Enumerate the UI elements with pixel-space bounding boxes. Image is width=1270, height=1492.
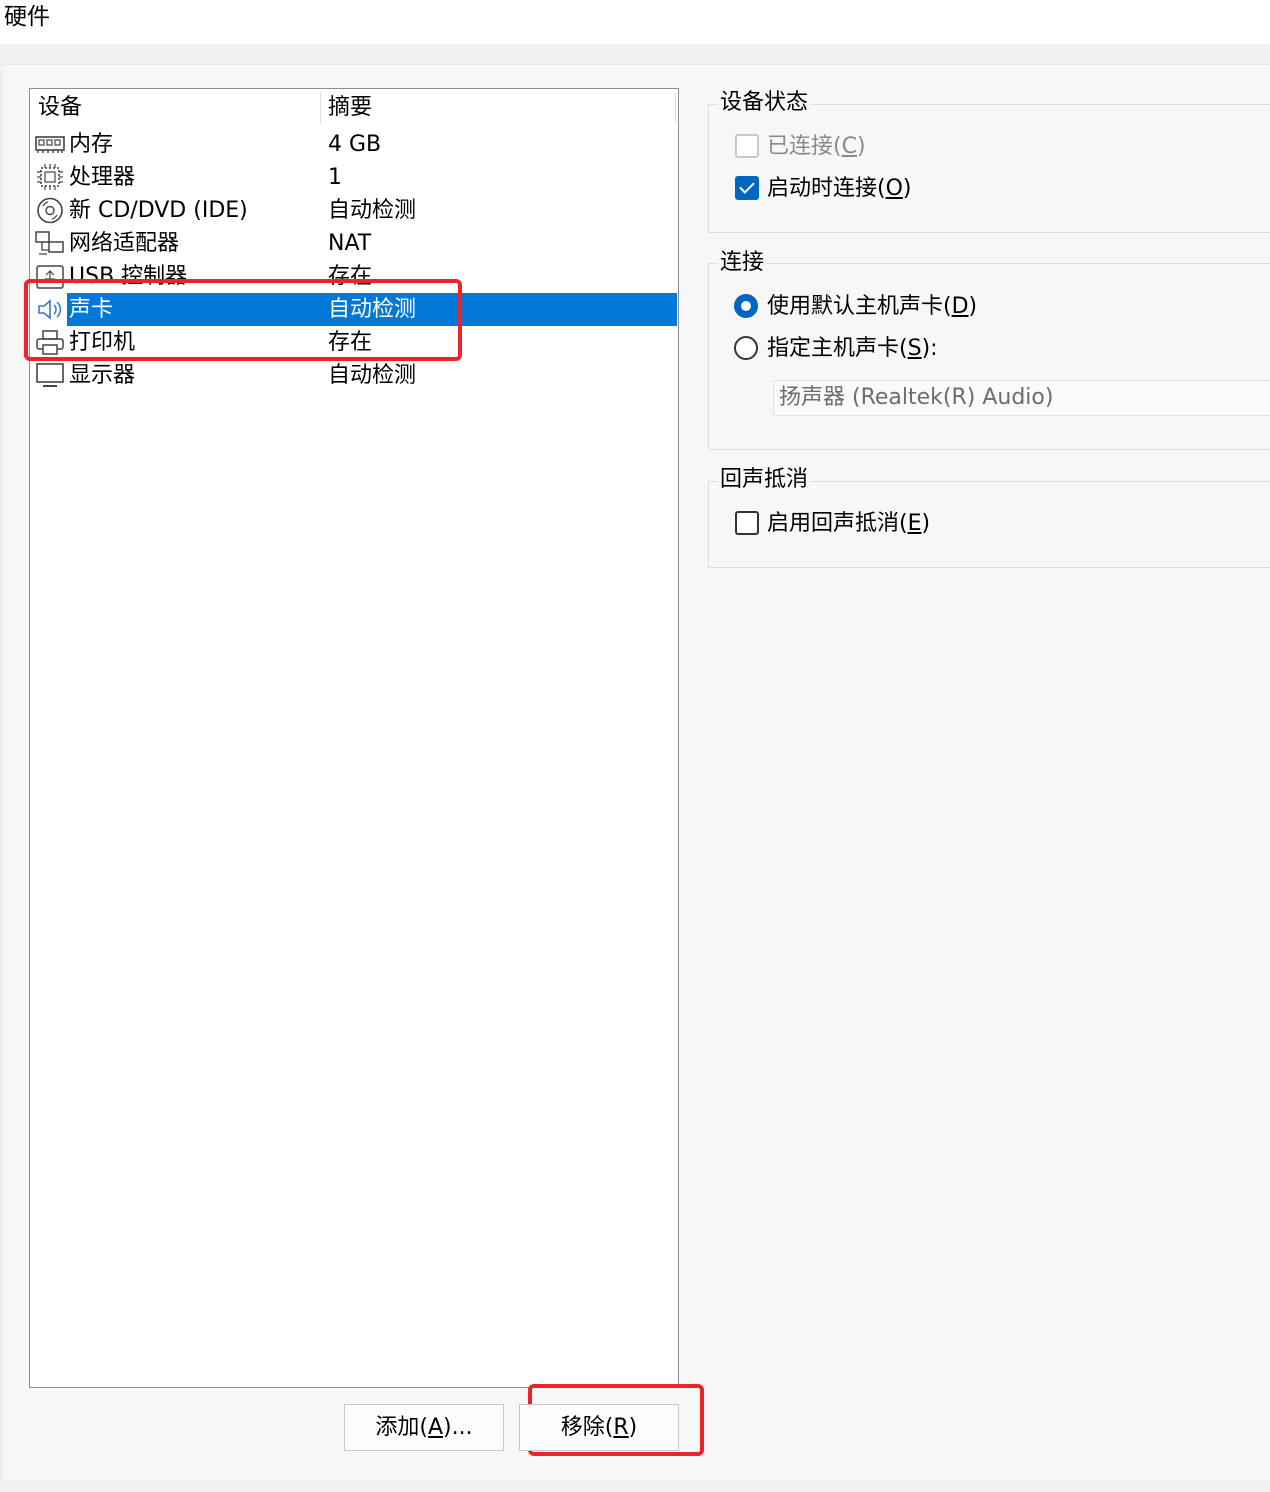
device-summary: 自动检测 bbox=[328, 363, 417, 388]
device-name: 处理器 bbox=[69, 165, 136, 190]
specify-sound-card-label: 指定主机声卡(S): bbox=[767, 336, 938, 361]
device-row-memory[interactable]: 内存 4 GB bbox=[31, 128, 677, 161]
column-header-device[interactable]: 设备 bbox=[38, 93, 82, 123]
device-name: 显示器 bbox=[69, 363, 136, 388]
device-summary: 4 GB bbox=[328, 132, 382, 157]
device-status-group bbox=[708, 104, 1270, 233]
title-bar: 硬件 bbox=[0, 0, 1270, 44]
add-button[interactable]: 添加(A)... bbox=[344, 1404, 504, 1451]
column-divider[interactable] bbox=[320, 92, 321, 124]
device-row-cd-dvd[interactable]: 新 CD/DVD (IDE) 自动检测 bbox=[31, 194, 677, 227]
list-header: 设备 摘要 bbox=[30, 89, 678, 127]
display-icon bbox=[35, 362, 65, 389]
window-title: 硬件 bbox=[4, 4, 50, 30]
processor-icon bbox=[35, 164, 65, 191]
device-name: 新 CD/DVD (IDE) bbox=[69, 198, 248, 223]
host-sound-card-select[interactable]: 扬声器 (Realtek(R) Audio) bbox=[773, 380, 1270, 416]
connect-at-power-on-label: 启动时连接(O) bbox=[767, 176, 912, 201]
cd-dvd-icon bbox=[35, 197, 65, 224]
column-header-summary[interactable]: 摘要 bbox=[328, 93, 372, 123]
device-name: 内存 bbox=[69, 132, 114, 157]
device-name: 网络适配器 bbox=[69, 231, 180, 256]
remove-button[interactable]: 移除(R) bbox=[519, 1404, 679, 1451]
use-default-sound-card-label: 使用默认主机声卡(D) bbox=[767, 294, 978, 319]
annotation-box-sound-printer bbox=[24, 279, 462, 361]
connected-checkbox[interactable] bbox=[735, 134, 759, 158]
device-summary: 1 bbox=[328, 165, 342, 190]
device-row-network-adapter[interactable]: 网络适配器 NAT bbox=[31, 227, 677, 260]
device-status-title: 设备状态 bbox=[718, 88, 811, 118]
use-default-sound-card-radio[interactable] bbox=[734, 294, 758, 318]
echo-cancel-title: 回声抵消 bbox=[718, 465, 811, 495]
specify-sound-card-radio[interactable] bbox=[734, 336, 758, 360]
device-summary: 自动检测 bbox=[328, 198, 417, 223]
memory-icon bbox=[35, 131, 65, 158]
connection-title: 连接 bbox=[718, 248, 767, 278]
connect-at-power-on-checkbox[interactable] bbox=[735, 176, 759, 200]
enable-echo-cancel-checkbox[interactable] bbox=[735, 511, 759, 535]
network-adapter-icon bbox=[35, 230, 65, 257]
device-row-display[interactable]: 显示器 自动检测 bbox=[31, 359, 677, 392]
enable-echo-cancel-label: 启用回声抵消(E) bbox=[767, 511, 931, 536]
column-divider[interactable] bbox=[675, 92, 676, 124]
device-summary: NAT bbox=[328, 231, 372, 256]
device-row-processor[interactable]: 处理器 1 bbox=[31, 161, 677, 194]
connected-label: 已连接(C) bbox=[767, 134, 866, 159]
